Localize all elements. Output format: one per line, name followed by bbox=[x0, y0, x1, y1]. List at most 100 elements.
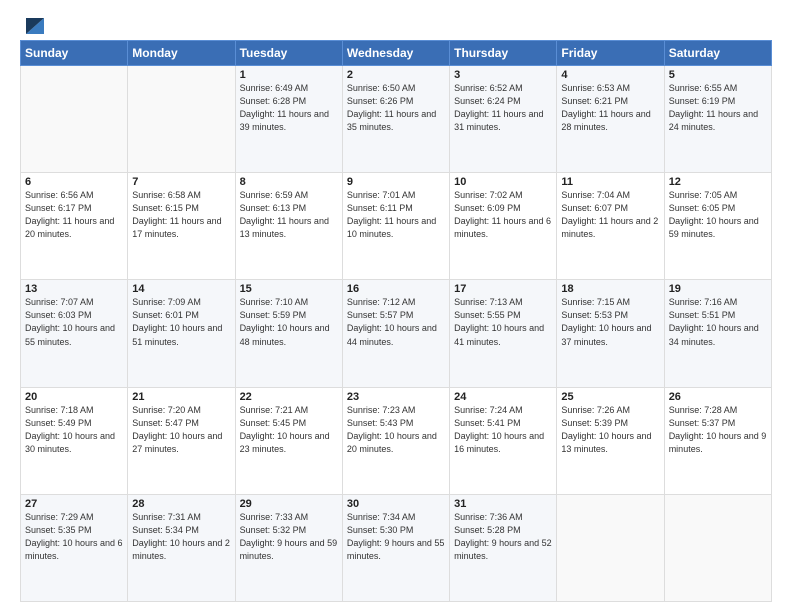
day-info: Sunrise: 6:49 AMSunset: 6:28 PMDaylight:… bbox=[240, 82, 338, 134]
day-number: 11 bbox=[561, 176, 659, 188]
calendar-table: SundayMondayTuesdayWednesdayThursdayFrid… bbox=[20, 40, 772, 602]
page: SundayMondayTuesdayWednesdayThursdayFrid… bbox=[0, 0, 792, 612]
day-info: Sunrise: 7:02 AMSunset: 6:09 PMDaylight:… bbox=[454, 189, 552, 241]
day-info: Sunrise: 7:12 AMSunset: 5:57 PMDaylight:… bbox=[347, 296, 445, 348]
calendar-week-1: 1Sunrise: 6:49 AMSunset: 6:28 PMDaylight… bbox=[21, 66, 772, 173]
calendar-cell: 4Sunrise: 6:53 AMSunset: 6:21 PMDaylight… bbox=[557, 66, 664, 173]
day-number: 31 bbox=[454, 498, 552, 510]
day-number: 29 bbox=[240, 498, 338, 510]
day-number: 6 bbox=[25, 176, 123, 188]
calendar-cell bbox=[21, 66, 128, 173]
calendar-cell: 8Sunrise: 6:59 AMSunset: 6:13 PMDaylight… bbox=[235, 173, 342, 280]
day-number: 18 bbox=[561, 283, 659, 295]
calendar-week-2: 6Sunrise: 6:56 AMSunset: 6:17 PMDaylight… bbox=[21, 173, 772, 280]
day-number: 17 bbox=[454, 283, 552, 295]
calendar-cell: 2Sunrise: 6:50 AMSunset: 6:26 PMDaylight… bbox=[342, 66, 449, 173]
day-number: 26 bbox=[669, 391, 767, 403]
calendar-cell: 23Sunrise: 7:23 AMSunset: 5:43 PMDayligh… bbox=[342, 387, 449, 494]
day-info: Sunrise: 7:21 AMSunset: 5:45 PMDaylight:… bbox=[240, 404, 338, 456]
col-header-saturday: Saturday bbox=[664, 41, 771, 66]
day-number: 28 bbox=[132, 498, 230, 510]
day-number: 16 bbox=[347, 283, 445, 295]
calendar-cell: 27Sunrise: 7:29 AMSunset: 5:35 PMDayligh… bbox=[21, 494, 128, 601]
day-info: Sunrise: 7:10 AMSunset: 5:59 PMDaylight:… bbox=[240, 296, 338, 348]
day-info: Sunrise: 6:53 AMSunset: 6:21 PMDaylight:… bbox=[561, 82, 659, 134]
calendar-cell: 22Sunrise: 7:21 AMSunset: 5:45 PMDayligh… bbox=[235, 387, 342, 494]
day-info: Sunrise: 6:56 AMSunset: 6:17 PMDaylight:… bbox=[25, 189, 123, 241]
calendar-cell: 16Sunrise: 7:12 AMSunset: 5:57 PMDayligh… bbox=[342, 280, 449, 387]
day-info: Sunrise: 7:23 AMSunset: 5:43 PMDaylight:… bbox=[347, 404, 445, 456]
day-info: Sunrise: 7:18 AMSunset: 5:49 PMDaylight:… bbox=[25, 404, 123, 456]
calendar-cell: 17Sunrise: 7:13 AMSunset: 5:55 PMDayligh… bbox=[450, 280, 557, 387]
day-info: Sunrise: 7:16 AMSunset: 5:51 PMDaylight:… bbox=[669, 296, 767, 348]
day-number: 15 bbox=[240, 283, 338, 295]
calendar-cell: 9Sunrise: 7:01 AMSunset: 6:11 PMDaylight… bbox=[342, 173, 449, 280]
day-info: Sunrise: 7:09 AMSunset: 6:01 PMDaylight:… bbox=[132, 296, 230, 348]
calendar-cell bbox=[557, 494, 664, 601]
day-info: Sunrise: 7:15 AMSunset: 5:53 PMDaylight:… bbox=[561, 296, 659, 348]
logo bbox=[20, 16, 44, 30]
calendar-cell: 10Sunrise: 7:02 AMSunset: 6:09 PMDayligh… bbox=[450, 173, 557, 280]
day-info: Sunrise: 7:31 AMSunset: 5:34 PMDaylight:… bbox=[132, 511, 230, 563]
calendar-week-3: 13Sunrise: 7:07 AMSunset: 6:03 PMDayligh… bbox=[21, 280, 772, 387]
calendar-cell: 5Sunrise: 6:55 AMSunset: 6:19 PMDaylight… bbox=[664, 66, 771, 173]
day-number: 9 bbox=[347, 176, 445, 188]
calendar-cell: 19Sunrise: 7:16 AMSunset: 5:51 PMDayligh… bbox=[664, 280, 771, 387]
logo-icon bbox=[22, 16, 44, 36]
col-header-wednesday: Wednesday bbox=[342, 41, 449, 66]
calendar-cell: 28Sunrise: 7:31 AMSunset: 5:34 PMDayligh… bbox=[128, 494, 235, 601]
day-info: Sunrise: 7:26 AMSunset: 5:39 PMDaylight:… bbox=[561, 404, 659, 456]
calendar-cell: 24Sunrise: 7:24 AMSunset: 5:41 PMDayligh… bbox=[450, 387, 557, 494]
day-number: 13 bbox=[25, 283, 123, 295]
day-info: Sunrise: 7:13 AMSunset: 5:55 PMDaylight:… bbox=[454, 296, 552, 348]
day-info: Sunrise: 7:24 AMSunset: 5:41 PMDaylight:… bbox=[454, 404, 552, 456]
calendar-cell: 1Sunrise: 6:49 AMSunset: 6:28 PMDaylight… bbox=[235, 66, 342, 173]
day-number: 27 bbox=[25, 498, 123, 510]
day-number: 12 bbox=[669, 176, 767, 188]
calendar-cell: 20Sunrise: 7:18 AMSunset: 5:49 PMDayligh… bbox=[21, 387, 128, 494]
day-info: Sunrise: 7:07 AMSunset: 6:03 PMDaylight:… bbox=[25, 296, 123, 348]
header bbox=[20, 16, 772, 30]
day-info: Sunrise: 7:33 AMSunset: 5:32 PMDaylight:… bbox=[240, 511, 338, 563]
calendar-week-5: 27Sunrise: 7:29 AMSunset: 5:35 PMDayligh… bbox=[21, 494, 772, 601]
day-number: 8 bbox=[240, 176, 338, 188]
day-number: 5 bbox=[669, 69, 767, 81]
calendar-cell: 3Sunrise: 6:52 AMSunset: 6:24 PMDaylight… bbox=[450, 66, 557, 173]
calendar-cell: 13Sunrise: 7:07 AMSunset: 6:03 PMDayligh… bbox=[21, 280, 128, 387]
calendar-cell: 29Sunrise: 7:33 AMSunset: 5:32 PMDayligh… bbox=[235, 494, 342, 601]
day-number: 1 bbox=[240, 69, 338, 81]
col-header-monday: Monday bbox=[128, 41, 235, 66]
calendar-cell: 11Sunrise: 7:04 AMSunset: 6:07 PMDayligh… bbox=[557, 173, 664, 280]
day-number: 10 bbox=[454, 176, 552, 188]
day-number: 14 bbox=[132, 283, 230, 295]
calendar-header-row: SundayMondayTuesdayWednesdayThursdayFrid… bbox=[21, 41, 772, 66]
day-info: Sunrise: 6:55 AMSunset: 6:19 PMDaylight:… bbox=[669, 82, 767, 134]
day-info: Sunrise: 7:20 AMSunset: 5:47 PMDaylight:… bbox=[132, 404, 230, 456]
day-info: Sunrise: 7:01 AMSunset: 6:11 PMDaylight:… bbox=[347, 189, 445, 241]
day-info: Sunrise: 7:04 AMSunset: 6:07 PMDaylight:… bbox=[561, 189, 659, 241]
day-number: 2 bbox=[347, 69, 445, 81]
day-info: Sunrise: 7:36 AMSunset: 5:28 PMDaylight:… bbox=[454, 511, 552, 563]
day-number: 24 bbox=[454, 391, 552, 403]
calendar-cell: 31Sunrise: 7:36 AMSunset: 5:28 PMDayligh… bbox=[450, 494, 557, 601]
calendar-cell: 7Sunrise: 6:58 AMSunset: 6:15 PMDaylight… bbox=[128, 173, 235, 280]
col-header-friday: Friday bbox=[557, 41, 664, 66]
day-info: Sunrise: 6:59 AMSunset: 6:13 PMDaylight:… bbox=[240, 189, 338, 241]
day-info: Sunrise: 7:28 AMSunset: 5:37 PMDaylight:… bbox=[669, 404, 767, 456]
day-info: Sunrise: 7:34 AMSunset: 5:30 PMDaylight:… bbox=[347, 511, 445, 563]
calendar-cell: 26Sunrise: 7:28 AMSunset: 5:37 PMDayligh… bbox=[664, 387, 771, 494]
col-header-tuesday: Tuesday bbox=[235, 41, 342, 66]
day-number: 22 bbox=[240, 391, 338, 403]
day-info: Sunrise: 6:52 AMSunset: 6:24 PMDaylight:… bbox=[454, 82, 552, 134]
calendar-cell: 12Sunrise: 7:05 AMSunset: 6:05 PMDayligh… bbox=[664, 173, 771, 280]
calendar-cell: 6Sunrise: 6:56 AMSunset: 6:17 PMDaylight… bbox=[21, 173, 128, 280]
calendar-cell bbox=[664, 494, 771, 601]
day-number: 30 bbox=[347, 498, 445, 510]
day-number: 7 bbox=[132, 176, 230, 188]
day-number: 23 bbox=[347, 391, 445, 403]
calendar-cell: 21Sunrise: 7:20 AMSunset: 5:47 PMDayligh… bbox=[128, 387, 235, 494]
col-header-sunday: Sunday bbox=[21, 41, 128, 66]
col-header-thursday: Thursday bbox=[450, 41, 557, 66]
day-number: 19 bbox=[669, 283, 767, 295]
day-info: Sunrise: 6:58 AMSunset: 6:15 PMDaylight:… bbox=[132, 189, 230, 241]
